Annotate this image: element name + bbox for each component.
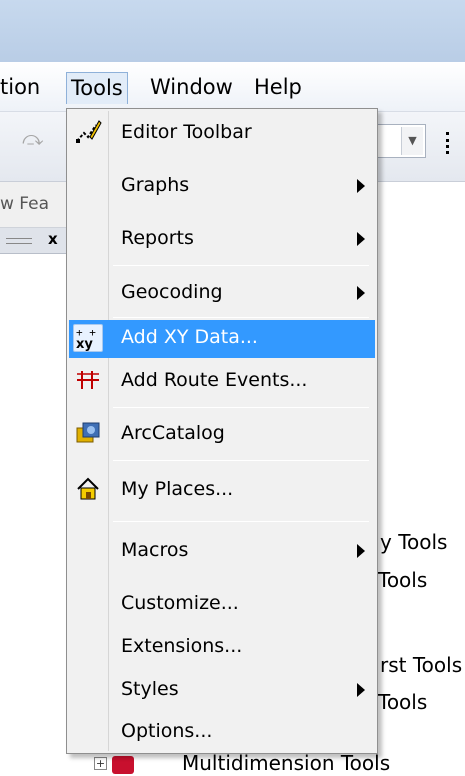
add-xy-data-icon: + + xy <box>73 324 103 352</box>
menu-item-label: Customize... <box>121 592 239 614</box>
menu-item-label: Add XY Data... <box>121 326 258 348</box>
menu-separator <box>113 460 369 461</box>
menu-item-label: My Places... <box>121 478 234 500</box>
expand-icon[interactable]: + <box>94 757 107 770</box>
menu-separator <box>113 521 369 522</box>
add-route-events-icon <box>73 367 103 395</box>
pane-grip[interactable] <box>6 238 32 244</box>
menu-item-my-places[interactable]: My Places... <box>69 472 375 508</box>
my-places-icon <box>73 476 103 504</box>
tree-item-multidimension-tools[interactable]: + Multidimension Tools <box>66 751 465 776</box>
menu-help[interactable]: Help <box>250 72 306 104</box>
toolbox-icon <box>112 756 134 774</box>
menu-window[interactable]: Window <box>146 72 237 104</box>
tools-menu: Editor Toolbar Graphs Reports Geocoding … <box>66 108 378 754</box>
editor-toolbar-icon <box>73 119 103 147</box>
background-tree-text: y Tools <box>380 530 448 554</box>
menu-separator <box>113 317 369 318</box>
submenu-arrow-icon <box>357 232 365 246</box>
menu-item-editor-toolbar[interactable]: Editor Toolbar <box>69 115 375 151</box>
menu-item-label: Options... <box>121 720 213 742</box>
menu-item-arccatalog[interactable]: ArcCatalog <box>69 416 375 452</box>
menu-item-graphs[interactable]: Graphs <box>69 168 375 204</box>
toolbar-combo[interactable]: ▼ <box>376 124 426 158</box>
submenu-arrow-icon <box>357 544 365 558</box>
menu-bar: tion Tools Window Help <box>0 62 465 112</box>
tree-item-label: Multidimension Tools <box>182 751 391 775</box>
menu-item-label: Styles <box>121 678 179 700</box>
arccatalog-icon <box>73 420 103 448</box>
menu-item-add-xy-data[interactable]: + + xy Add XY Data... <box>69 320 375 358</box>
menu-item-extensions[interactable]: Extensions... <box>69 629 375 665</box>
menu-item-label: Reports <box>121 227 194 249</box>
menu-selection[interactable]: tion <box>0 72 44 104</box>
left-pane-strip: x <box>0 228 70 254</box>
submenu-arrow-icon <box>357 179 365 193</box>
svg-text:xy: xy <box>76 337 93 351</box>
background-tree-text: Tools <box>378 690 428 714</box>
submenu-arrow-icon <box>357 286 365 300</box>
menu-item-label: Editor Toolbar <box>121 121 252 143</box>
menu-item-label: Add Route Events... <box>121 369 308 391</box>
menu-item-label: Extensions... <box>121 635 243 657</box>
menu-item-label: ArcCatalog <box>121 422 225 444</box>
menu-item-macros[interactable]: Macros <box>69 533 375 569</box>
left-pane-text: w Fea <box>0 194 50 214</box>
menu-item-styles[interactable]: Styles <box>69 672 375 708</box>
background-tree-text: Tools <box>378 568 428 592</box>
menu-item-customize[interactable]: Customize... <box>69 586 375 622</box>
close-icon[interactable]: x <box>48 230 58 248</box>
redo-icon[interactable]: ⤼ <box>22 126 43 150</box>
menu-tools[interactable]: Tools <box>66 72 128 104</box>
menu-separator <box>113 265 369 266</box>
background-tree-text: rst Tools <box>380 653 463 677</box>
menu-item-label: Graphs <box>121 174 190 196</box>
submenu-arrow-icon <box>357 683 365 697</box>
menu-separator <box>113 407 369 408</box>
menu-item-label: Macros <box>121 539 189 561</box>
window-title-bar <box>0 0 465 62</box>
left-pane-header: w Fea <box>0 182 70 228</box>
toolbar-grip[interactable] <box>446 132 452 154</box>
chevron-down-icon[interactable]: ▼ <box>401 127 423 155</box>
menu-item-geocoding[interactable]: Geocoding <box>69 275 375 311</box>
menu-item-add-route-events[interactable]: Add Route Events... <box>69 363 375 399</box>
menu-item-reports[interactable]: Reports <box>69 221 375 257</box>
menu-item-options[interactable]: Options... <box>69 714 375 750</box>
menu-item-label: Geocoding <box>121 281 223 303</box>
